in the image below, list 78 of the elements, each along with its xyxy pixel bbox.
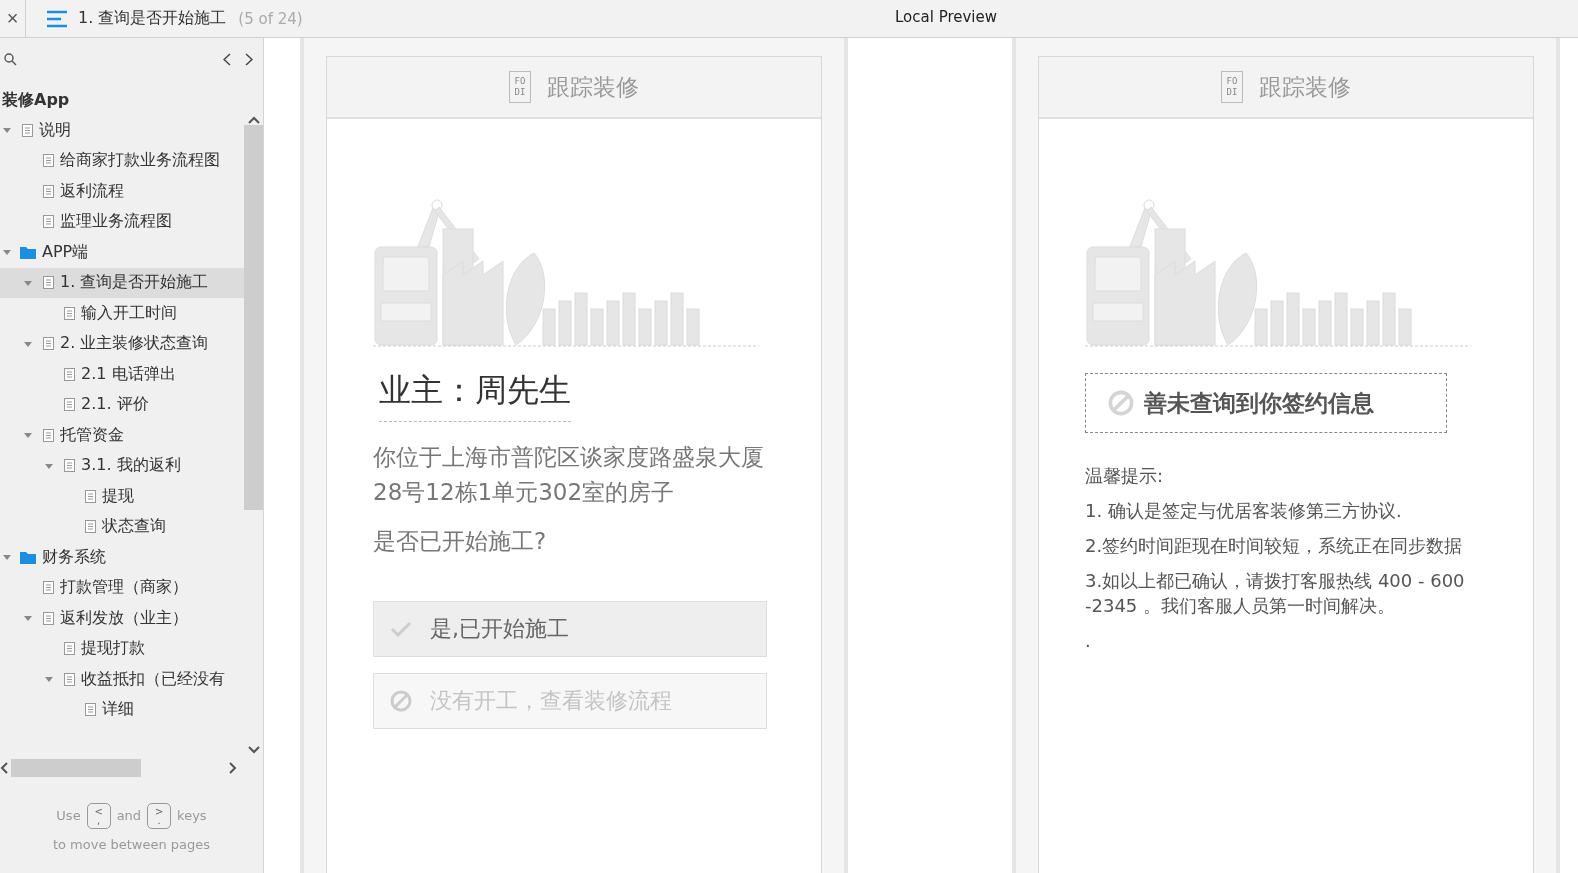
tree-item[interactable]: 提现打款 — [0, 633, 244, 664]
menu-icon — [46, 9, 68, 28]
page-icon — [85, 489, 96, 503]
page-icon — [43, 154, 54, 168]
tree-item[interactable]: 返利发放（业主） — [0, 603, 244, 634]
tree-item[interactable]: 提现 — [0, 481, 244, 512]
page-icon — [43, 184, 54, 198]
tree-item[interactable]: 输入开工时间 — [0, 298, 244, 329]
tree-item[interactable]: 2.1. 评价 — [0, 389, 244, 420]
window-title: Local Preview — [895, 8, 998, 26]
page-icon — [64, 398, 75, 412]
header-title: 跟踪装修 — [547, 72, 639, 102]
tip-text: 2.签约时间距现在时间较短，系统正在同步数据 — [1085, 534, 1464, 558]
page-icon — [64, 672, 75, 686]
tree-item[interactable]: APP端 — [0, 237, 244, 268]
logo: FO DI — [1221, 71, 1243, 103]
tip-text: 3.如以上都已确认，请拨打客服热线 400 - 600 -2345 。我们客服人员第一时间解决。 — [1085, 569, 1466, 618]
page-count: (5 of 24) — [238, 9, 303, 28]
page-icon — [64, 642, 75, 656]
tree-item[interactable]: 说明 — [0, 115, 244, 146]
tree-item[interactable]: 返利流程 — [0, 176, 244, 207]
page-icon — [64, 459, 75, 473]
scroll-left-icon[interactable] — [0, 762, 8, 774]
hint-text: and — [116, 808, 142, 823]
close-button[interactable]: × — [0, 0, 26, 37]
address-text: 你位于上海市普陀区谈家度路盛泉大厦28号12栋1单元302室的房子 — [373, 443, 765, 507]
scroll-up-icon[interactable] — [247, 115, 260, 125]
question-text: 是否已开始施工? — [373, 527, 548, 556]
notice-text: 善未查询到你签约信息 — [1144, 388, 1374, 418]
page-icon — [43, 337, 54, 351]
tree-item[interactable]: 2. 业主装修状态查询 — [0, 328, 244, 359]
logo: FO DI — [509, 71, 531, 103]
page-icon — [22, 123, 33, 137]
page-icon — [64, 367, 75, 381]
scroll-right-icon[interactable] — [229, 762, 237, 774]
folder-icon — [20, 550, 36, 564]
next-icon[interactable] — [245, 52, 253, 66]
ban-icon — [1108, 390, 1134, 416]
project-title: 装修App — [1, 89, 71, 111]
tree-item[interactable]: 3.1. 我的返利 — [0, 450, 244, 481]
tree-item[interactable]: 给商家打款业务流程图 — [0, 145, 244, 176]
tree-item[interactable]: 详细 — [0, 694, 244, 725]
page-icon — [85, 520, 96, 534]
previous-icon[interactable] — [223, 52, 231, 66]
scroll-down-icon[interactable] — [247, 745, 260, 755]
header-title: 跟踪装修 — [1259, 72, 1351, 102]
search-icon[interactable] — [4, 52, 17, 66]
action-button[interactable]: 是,已开始施工 — [373, 601, 767, 657]
owner-name: 业主：周先生 — [379, 369, 571, 422]
tree-item[interactable]: 1. 查询是否开始施工 — [0, 267, 244, 298]
folder-icon — [20, 245, 36, 259]
page-icon — [43, 276, 54, 290]
tree-item[interactable]: 打款管理（商家） — [0, 572, 244, 603]
tree-item[interactable]: 财务系统 — [0, 542, 244, 573]
tree-item[interactable]: 监理业务流程图 — [0, 206, 244, 237]
page-title: 1. 查询是否开始施工 — [78, 8, 227, 29]
key-cap: > . — [147, 802, 172, 829]
scrollbar-thumb[interactable] — [244, 125, 263, 510]
tree-item[interactable]: 收益抵扣（已经没有 — [0, 664, 244, 695]
hint-text: to move between pages — [52, 836, 211, 852]
page-icon — [43, 428, 54, 442]
page-icon — [43, 215, 54, 229]
page-icon — [64, 306, 75, 320]
tip-text: 1. 确认是签定与优居客装修第三方协议. — [1085, 499, 1403, 523]
page-icon — [43, 611, 54, 625]
key-cap: < , — [86, 802, 111, 829]
tree-item[interactable]: 托管资金 — [0, 420, 244, 451]
tree-item[interactable]: 状态查询 — [0, 511, 244, 542]
check-icon — [390, 620, 412, 638]
page-icon — [85, 703, 96, 717]
tree-item[interactable]: 2.1 电话弹出 — [0, 359, 244, 390]
tips-title: 温馨提示: — [1085, 464, 1165, 488]
page-icon — [43, 581, 54, 595]
hint-text: Use — [56, 808, 81, 823]
tip-text: . — [1085, 629, 1092, 653]
hint-text: keys — [177, 808, 207, 823]
ban-icon — [390, 690, 412, 712]
scrollbar-thumb[interactable] — [11, 759, 141, 777]
